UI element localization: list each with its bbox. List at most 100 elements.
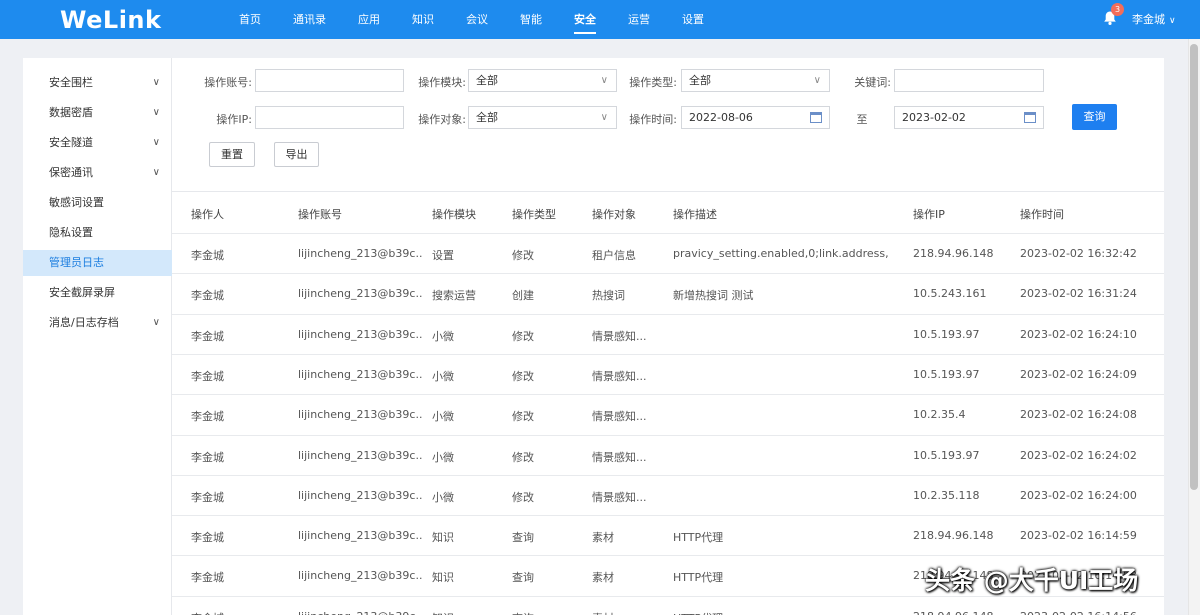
user-menu[interactable]: 李金城 ∨ xyxy=(1132,0,1176,41)
end-date-value: 2023-02-02 xyxy=(902,111,966,124)
table-cell: 李金城 xyxy=(191,531,224,545)
table-cell: 知识 xyxy=(432,531,454,545)
table-cell: HTTP代理 xyxy=(673,571,724,585)
table-cell: lijincheng_213@b39c... xyxy=(298,448,423,462)
nav-item[interactable]: 通讯录 xyxy=(284,0,335,39)
scrollbar-thumb[interactable] xyxy=(1190,44,1198,490)
table-cell: 修改 xyxy=(512,329,534,343)
column-header: 操作描述 xyxy=(673,208,717,221)
table-cell: 218.94.96.148 xyxy=(913,610,1013,615)
end-date-picker[interactable]: 2023-02-02 xyxy=(894,106,1044,129)
module-select[interactable]: 全部 ∨ xyxy=(468,69,617,92)
sidebar-item[interactable]: 安全隧道 ∨ xyxy=(23,130,172,156)
chevron-down-icon: ∨ xyxy=(152,137,160,148)
table-cell: 李金城 xyxy=(191,490,224,504)
object-select[interactable]: 全部 ∨ xyxy=(468,106,617,129)
column-header: 操作模块 xyxy=(432,208,476,221)
table-cell: 10.5.193.97 xyxy=(913,327,980,341)
chevron-down-icon: ∨ xyxy=(813,75,821,86)
chevron-down-icon: ∨ xyxy=(152,167,160,178)
table-cell: 小微 xyxy=(432,369,454,383)
column-header: 操作IP xyxy=(913,208,945,221)
row-divider xyxy=(172,394,1164,395)
module-select-value: 全部 xyxy=(476,74,498,87)
nav-item[interactable]: 会议 xyxy=(457,0,497,39)
sidebar-item[interactable]: 敏感词设置 xyxy=(23,190,172,216)
sidebar-item[interactable]: 隐私设置 xyxy=(23,220,172,246)
start-date-value: 2022-08-06 xyxy=(689,111,753,124)
row-divider xyxy=(172,273,1164,274)
table-cell: lijincheng_213@b39c... xyxy=(298,529,423,543)
type-label: 操作类型: xyxy=(629,76,677,89)
table-cell: 李金城 xyxy=(191,610,291,615)
table-cell: 小微 xyxy=(432,410,454,424)
table-cell: 知识 xyxy=(432,610,507,615)
table-cell: 素材 xyxy=(592,531,614,545)
table-cell: HTTP代理 xyxy=(673,531,724,545)
table-cell: 情景感知... xyxy=(592,410,647,424)
sidebar-item[interactable]: 保密通讯 ∨ xyxy=(23,160,172,186)
export-button[interactable]: 导出 xyxy=(274,142,319,167)
type-select[interactable]: 全部 ∨ xyxy=(681,69,830,92)
nav-item[interactable]: 知识 xyxy=(403,0,443,39)
object-select-value: 全部 xyxy=(476,111,498,124)
table-cell: 10.5.193.97 xyxy=(913,367,980,381)
start-date-picker[interactable]: 2022-08-06 xyxy=(681,106,830,129)
table-cell: 李金城 xyxy=(191,249,224,262)
sidebar-item[interactable]: 安全围栏 ∨ xyxy=(23,70,172,96)
sidebar-item[interactable]: 数据密盾 ∨ xyxy=(23,100,172,126)
nav-item[interactable]: 首页 xyxy=(230,0,270,39)
table-cell: 2023-02-02 16:24:02 xyxy=(1020,448,1137,462)
table-cell: 2023-02-02 16:24:09 xyxy=(1020,367,1137,381)
column-header: 操作类型 xyxy=(512,208,556,221)
table-cell: 2023-02-02 16:32:42 xyxy=(1020,247,1137,260)
welink-logo[interactable]: WeLink xyxy=(60,6,161,34)
watermark: 头条 @大千UI工场 xyxy=(925,566,1139,595)
nav-item[interactable]: 安全 xyxy=(565,0,605,39)
table-cell: 修改 xyxy=(512,490,534,504)
nav-item[interactable]: 应用 xyxy=(349,0,389,39)
row-divider xyxy=(172,435,1164,436)
query-button[interactable]: 查询 xyxy=(1072,104,1117,130)
table-cell: 2023-02-02 16:24:08 xyxy=(1020,408,1137,422)
table-cell: lijincheng_213@b39c... xyxy=(298,367,423,381)
sidebar-item-label: 管理员日志 xyxy=(49,256,104,269)
account-input[interactable] xyxy=(255,69,404,92)
reset-button[interactable]: 重置 xyxy=(209,142,255,167)
sidebar-item-label: 消息/日志存档 xyxy=(49,316,119,329)
row-divider xyxy=(172,354,1164,355)
table-cell: 租户信息 xyxy=(592,249,636,262)
nav-item[interactable]: 智能 xyxy=(511,0,551,39)
sidebar: 安全围栏 ∨ 数据密盾 ∨ 安全隧道 ∨ 保密通讯 ∨ 敏感词设置 隐私设置 管理员日志 安全截屏录屏… xyxy=(23,58,172,615)
ip-input[interactable] xyxy=(255,106,404,129)
account-input-box[interactable] xyxy=(263,70,403,91)
table-cell: 情景感知... xyxy=(592,369,647,383)
keyword-input-box[interactable] xyxy=(902,70,1043,91)
table-cell: lijincheng_213@b39c... xyxy=(298,408,423,422)
table-cell: lijincheng_213@b39c... xyxy=(298,327,423,341)
table-cell: 2023-02-02 16:14:59 xyxy=(1020,529,1137,543)
table-cell: 小微 xyxy=(432,450,454,464)
nav-item[interactable]: 设置 xyxy=(673,0,713,39)
keyword-input[interactable] xyxy=(894,69,1044,92)
sidebar-item[interactable]: 安全截屏录屏 xyxy=(23,280,172,306)
date-range-separator: 至 xyxy=(856,113,868,126)
table-cell: 218.94.96.148 xyxy=(913,247,994,260)
main-nav: 首页 通讯录 应用 知识 会议 智能 安全 运营 设置 xyxy=(230,0,727,39)
table-cell: 李金城 xyxy=(191,450,224,464)
row-divider xyxy=(172,555,1164,556)
table-cell: 李金城 xyxy=(191,329,224,343)
sidebar-item-label: 安全隧道 xyxy=(49,136,93,149)
ip-input-box[interactable] xyxy=(263,107,403,128)
table-cell: lijincheng_213@b39c... xyxy=(298,569,423,583)
table-cell: 创建 xyxy=(512,289,534,303)
account-label: 操作账号: xyxy=(204,76,252,89)
sidebar-item[interactable]: 消息/日志存档 ∨ xyxy=(23,310,172,336)
sidebar-item-label: 隐私设置 xyxy=(49,226,93,239)
chevron-down-icon: ∨ xyxy=(1169,16,1176,26)
table-cell: 情景感知... xyxy=(592,490,647,504)
table-cell: lijincheng_213@b39c... xyxy=(298,488,423,502)
sidebar-item[interactable]: 管理员日志 xyxy=(23,250,172,276)
nav-item[interactable]: 运营 xyxy=(619,0,659,39)
user-name: 李金城 xyxy=(1132,13,1165,26)
